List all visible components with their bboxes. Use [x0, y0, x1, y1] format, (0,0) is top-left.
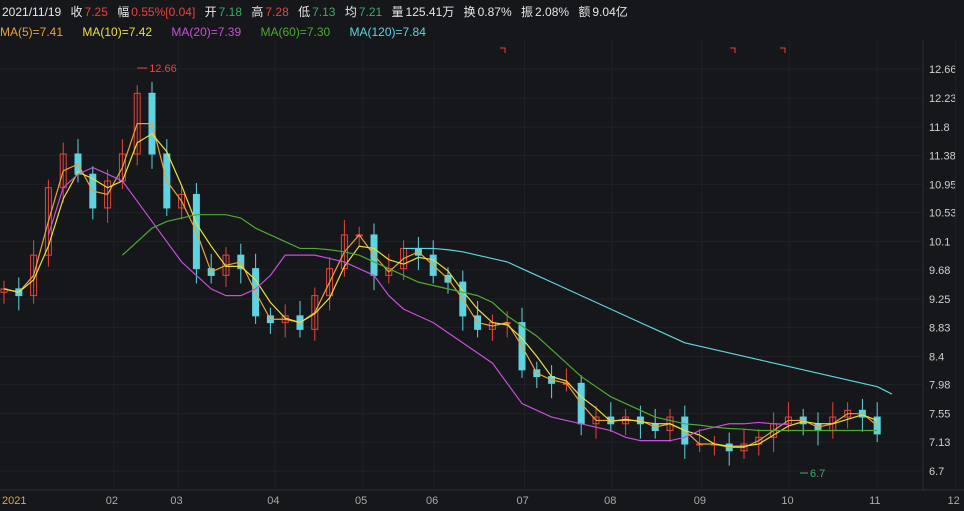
- x-tick-label: 08: [604, 495, 616, 507]
- signal-marker-icon: [730, 47, 736, 53]
- x-tick-label: 03: [170, 495, 182, 507]
- y-tick-label: 11.8: [929, 122, 950, 134]
- y-tick-label: 9.68: [929, 265, 950, 277]
- y-tick-label: 8.83: [929, 322, 950, 334]
- y-tick-label: 7.98: [929, 380, 950, 392]
- y-tick-label: 10.1: [929, 237, 950, 249]
- y-tick-label: 7.55: [929, 409, 950, 421]
- x-tick-label: 04: [267, 495, 279, 507]
- candlestick-chart[interactable]: 12.66 12.23 11.8 11.38 10.95 10.53 10.1 9.68 9.2…: [0, 0, 964, 511]
- signal-marker-icon: [780, 47, 786, 53]
- ma10-line: [3, 132, 878, 447]
- y-tick-label: 12.66: [929, 64, 957, 76]
- x-tick-label: 05: [355, 495, 367, 507]
- x-tick-label: 06: [426, 495, 438, 507]
- y-tick-label: 10.53: [929, 208, 957, 220]
- x-tick-label: 10: [781, 495, 793, 507]
- x-tick-label: 07: [516, 495, 528, 507]
- ma60-line: [121, 214, 878, 432]
- y-tick-label: 9.25: [929, 294, 950, 306]
- min-label: 6.7: [810, 468, 825, 480]
- y-tick-label: 6.7: [929, 466, 944, 478]
- ma20-line: [47, 166, 789, 442]
- max-label: 12.66: [149, 63, 177, 75]
- ma5-line: [3, 123, 878, 448]
- y-tick-label: 10.95: [929, 179, 957, 191]
- y-tick-label: 7.13: [929, 437, 950, 449]
- x-tick-label: 02: [106, 495, 118, 507]
- x-tick-label: 2021: [2, 495, 26, 507]
- y-tick-label: 8.4: [929, 351, 944, 363]
- x-tick-label: 09: [694, 495, 706, 507]
- x-tick-label: 11: [869, 495, 880, 507]
- x-tick-label: 12: [948, 495, 960, 507]
- y-tick-label: 11.38: [929, 150, 956, 162]
- signal-marker-icon: [500, 47, 506, 53]
- y-tick-label: 12.23: [929, 93, 957, 105]
